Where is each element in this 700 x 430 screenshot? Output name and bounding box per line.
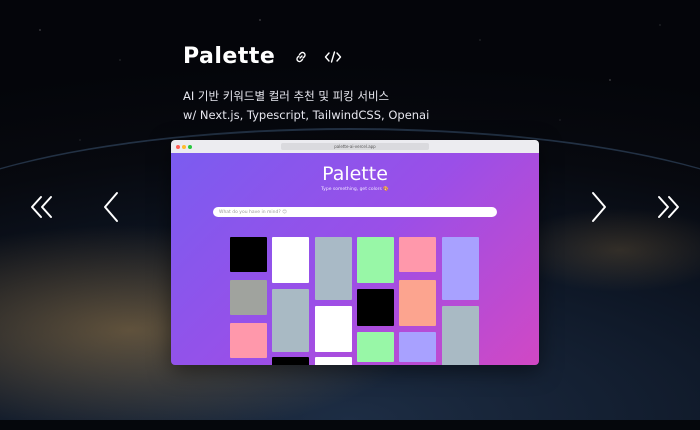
color-swatch (399, 332, 436, 362)
browser-toolbar: palette-ai-vercel.app (171, 140, 539, 153)
color-swatch (272, 237, 309, 283)
maximize-dot-icon (188, 144, 192, 149)
color-swatch (315, 357, 352, 365)
color-swatch (230, 280, 267, 315)
color-swatch (399, 280, 436, 326)
color-swatch (272, 357, 309, 365)
project-header: Palette (183, 44, 343, 69)
minimize-dot-icon (182, 144, 186, 149)
app-search-input: What do you have in mind? 😊 (213, 207, 497, 217)
close-dot-icon (176, 144, 180, 149)
color-swatch (442, 237, 479, 300)
browser-url: palette-ai-vercel.app (281, 143, 429, 150)
code-icon[interactable] (323, 47, 343, 67)
app-title: Palette (322, 163, 388, 185)
double-chevron-right-icon[interactable] (650, 188, 686, 226)
color-swatch (272, 289, 309, 352)
chevron-right-icon[interactable] (580, 188, 616, 226)
color-swatch (357, 332, 394, 362)
color-swatch (315, 306, 352, 352)
color-swatch (230, 237, 267, 272)
project-title: Palette (183, 44, 276, 69)
project-tech-stack: w/ Next.js, Typescript, TailwindCSS, Ope… (183, 108, 430, 122)
color-swatch (442, 306, 479, 365)
project-description: AI 기반 키워드별 컬러 추천 및 피킹 서비스 (183, 89, 390, 103)
color-swatch (357, 237, 394, 283)
link-icon[interactable] (291, 47, 311, 67)
color-swatch (230, 323, 267, 358)
palette-app: Palette Type something, get colors 🎨 Wha… (171, 153, 539, 365)
project-screenshot[interactable]: palette-ai-vercel.app Palette Type somet… (171, 140, 539, 365)
color-swatch (399, 237, 436, 272)
color-swatch (315, 237, 352, 300)
double-chevron-left-icon[interactable] (24, 188, 60, 226)
color-swatch (357, 289, 394, 326)
app-subtitle: Type something, get colors 🎨 (321, 187, 389, 192)
chevron-left-icon[interactable] (94, 188, 130, 226)
